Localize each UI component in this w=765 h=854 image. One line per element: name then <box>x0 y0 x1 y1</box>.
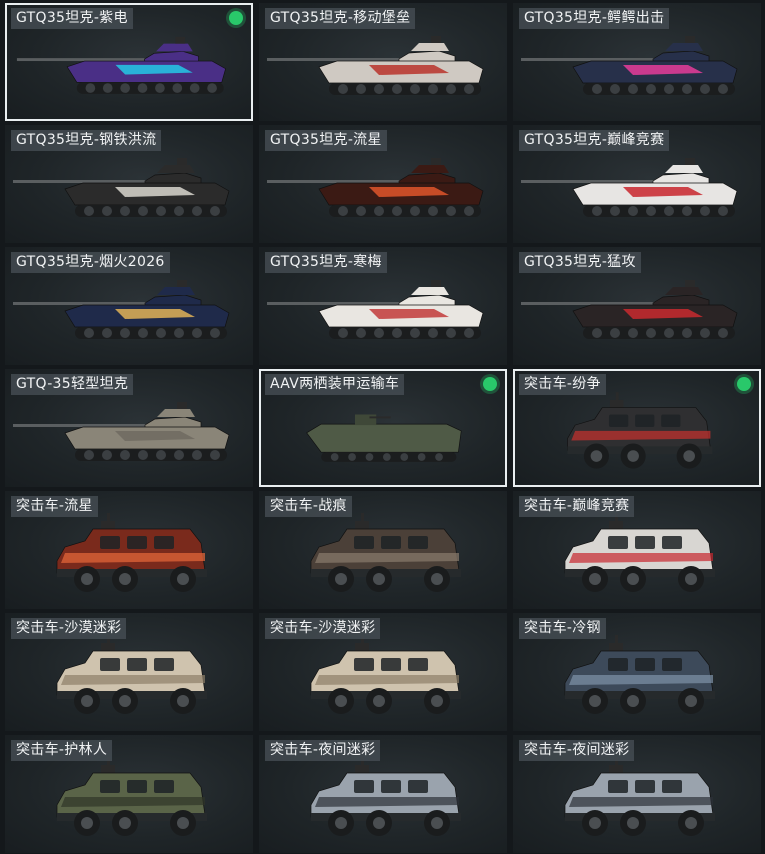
skin-name-label: GTQ35坦克-钢铁洪流 <box>11 130 162 151</box>
skin-card[interactable]: GTQ35坦克-钢铁洪流 <box>5 125 253 243</box>
owned-status-dot-icon <box>483 377 497 391</box>
skin-card[interactable]: 突击车-巅峰竞赛 <box>513 491 761 609</box>
skin-card[interactable]: 突击车-沙漠迷彩 <box>259 613 507 731</box>
skin-name-label: 突击车-沙漠迷彩 <box>265 618 381 639</box>
skin-name-label: GTQ35坦克-猛攻 <box>519 252 641 273</box>
skin-card[interactable]: GTQ35坦克-鳄鳄出击 <box>513 3 761 121</box>
skin-name-label: GTQ35坦克-寒梅 <box>265 252 387 273</box>
skin-name-label: 突击车-战痕 <box>265 496 352 517</box>
skin-card[interactable]: 突击车-战痕 <box>259 491 507 609</box>
skin-card[interactable]: GTQ35坦克-猛攻 <box>513 247 761 365</box>
skin-card[interactable]: 突击车-纷争 <box>513 369 761 487</box>
skin-card[interactable]: 突击车-冷钢 <box>513 613 761 731</box>
skin-name-label: 突击车-夜间迷彩 <box>265 740 381 761</box>
skin-name-label: 突击车-巅峰竞赛 <box>519 496 635 517</box>
skin-card[interactable]: GTQ35坦克-紫电 <box>5 3 253 121</box>
owned-status-dot-icon <box>737 377 751 391</box>
skin-name-label: 突击车-冷钢 <box>519 618 606 639</box>
skin-name-label: 突击车-纷争 <box>519 374 606 395</box>
skin-card[interactable]: 突击车-沙漠迷彩 <box>5 613 253 731</box>
skin-name-label: GTQ35坦克-流星 <box>265 130 387 151</box>
skin-card[interactable]: AAV两栖装甲运输车 <box>259 369 507 487</box>
skin-card[interactable]: 突击车-夜间迷彩 <box>259 735 507 853</box>
skin-grid: GTQ35坦克-紫电 GTQ35坦克-移动堡垒 GTQ35坦克-鳄鳄出击 GTQ… <box>5 3 761 853</box>
skin-card[interactable]: GTQ35坦克-寒梅 <box>259 247 507 365</box>
skin-card[interactable]: GTQ35坦克-巅峰竞赛 <box>513 125 761 243</box>
skin-name-label: 突击车-流星 <box>11 496 98 517</box>
skin-card[interactable]: GTQ-35轻型坦克 <box>5 369 253 487</box>
skin-name-label: GTQ35坦克-巅峰竞赛 <box>519 130 670 151</box>
skin-name-label: 突击车-沙漠迷彩 <box>11 618 127 639</box>
skin-name-label: GTQ35坦克-烟火2026 <box>11 252 170 273</box>
owned-status-dot-icon <box>229 11 243 25</box>
skin-name-label: 突击车-夜间迷彩 <box>519 740 635 761</box>
skin-card[interactable]: GTQ35坦克-移动堡垒 <box>259 3 507 121</box>
skin-card[interactable]: GTQ35坦克-烟火2026 <box>5 247 253 365</box>
skin-card[interactable]: 突击车-护林人 <box>5 735 253 853</box>
skin-name-label: GTQ35坦克-移动堡垒 <box>265 8 416 29</box>
skin-card[interactable]: 突击车-流星 <box>5 491 253 609</box>
skin-name-label: GTQ-35轻型坦克 <box>11 374 134 395</box>
skin-name-label: AAV两栖装甲运输车 <box>265 374 405 395</box>
skin-name-label: 突击车-护林人 <box>11 740 113 761</box>
skin-card[interactable]: GTQ35坦克-流星 <box>259 125 507 243</box>
skin-name-label: GTQ35坦克-鳄鳄出击 <box>519 8 670 29</box>
skin-card[interactable]: 突击车-夜间迷彩 <box>513 735 761 853</box>
skin-name-label: GTQ35坦克-紫电 <box>11 8 133 29</box>
